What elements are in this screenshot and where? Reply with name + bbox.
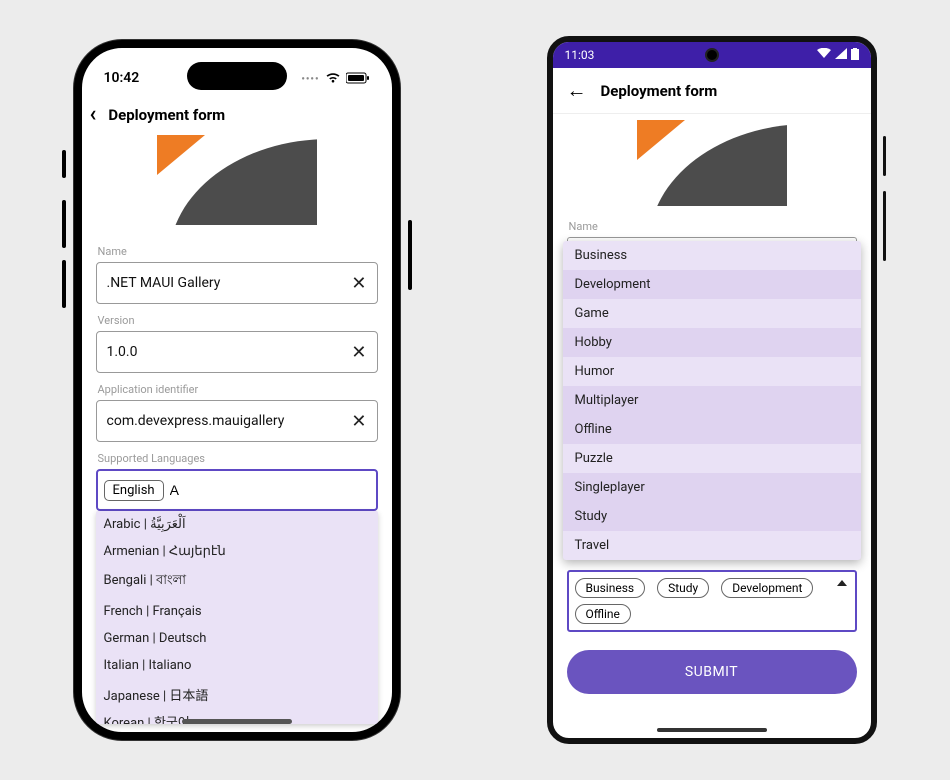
category-option[interactable]: Development — [563, 270, 861, 299]
battery-icon — [346, 72, 370, 84]
ios-time: 10:42 — [104, 70, 140, 86]
lang-chip[interactable]: English — [104, 480, 164, 501]
submit-button[interactable]: SUBMIT — [567, 650, 857, 694]
name-value: .NET MAUI Gallery — [107, 275, 350, 291]
category-option[interactable]: Hobby — [563, 328, 861, 357]
category-dropdown[interactable]: BusinessDevelopmentGameHobbyHumorMultipl… — [563, 241, 861, 560]
iphone-frame: 10:42 ‹ Deployment form Name .NET MAUI G… — [74, 40, 400, 740]
category-option[interactable]: Singleplayer — [563, 473, 861, 502]
version-label: Version — [98, 314, 378, 327]
category-chip[interactable]: Development — [721, 578, 813, 598]
category-chip[interactable]: Offline — [575, 604, 631, 624]
category-option[interactable]: Offline — [563, 415, 861, 444]
wifi-icon — [817, 48, 831, 62]
category-option[interactable]: Multiplayer — [563, 386, 861, 415]
category-option[interactable]: Humor — [563, 357, 861, 386]
android-frame: 11:03 ← Deployment form Name — [547, 36, 877, 744]
android-nav-header: ← Deployment form — [553, 68, 871, 114]
langs-input[interactable]: English — [96, 469, 378, 511]
signal-icon — [835, 48, 847, 62]
lang-option[interactable]: Italian | Italiano — [96, 652, 378, 679]
lang-option[interactable]: German | Deutsch — [96, 625, 378, 652]
back-chevron-icon[interactable]: ‹ — [88, 102, 99, 127]
category-option[interactable]: Game — [563, 299, 861, 328]
category-option[interactable]: Puzzle — [563, 444, 861, 473]
appid-value: com.devexpress.mauigallery — [107, 413, 350, 429]
android-time: 11:03 — [565, 48, 595, 62]
name-input[interactable]: .NET MAUI Gallery ✕ — [96, 262, 378, 304]
lang-option[interactable]: Japanese | 日本語 — [96, 679, 378, 710]
android-camera — [705, 48, 719, 62]
app-hero-image — [637, 120, 787, 206]
selected-categories-input[interactable]: Business Study Development Offline — [567, 570, 857, 632]
cellular-dots-icon — [301, 70, 319, 86]
page-title: Deployment form — [108, 106, 225, 124]
home-indicator — [657, 728, 767, 732]
ios-nav-header: ‹ Deployment form — [82, 94, 392, 135]
category-chip[interactable]: Business — [575, 578, 646, 598]
battery-icon — [851, 48, 859, 63]
category-option[interactable]: Study — [563, 502, 861, 531]
collapse-caret-icon[interactable] — [837, 580, 847, 586]
lang-option[interactable]: Armenian | Հայերէն — [96, 538, 378, 565]
back-arrow-icon[interactable]: ← — [567, 78, 587, 103]
app-hero-image — [157, 135, 317, 225]
page-title: Deployment form — [601, 82, 718, 100]
version-input[interactable]: 1.0.0 ✕ — [96, 331, 378, 373]
clear-icon[interactable]: ✕ — [349, 273, 368, 294]
langs-dropdown[interactable]: Arabic | اَلْعَرَبِيَّةُArmenian | Հայեր… — [96, 511, 378, 724]
lang-option[interactable]: French | Français — [96, 598, 378, 625]
category-option[interactable]: Travel — [563, 531, 861, 560]
langs-label: Supported Languages — [98, 452, 378, 465]
langs-typeahead[interactable] — [170, 482, 190, 498]
lang-option[interactable]: Arabic | اَلْعَرَبِيَّةُ — [96, 511, 378, 538]
category-option[interactable]: Business — [563, 241, 861, 270]
appid-label: Application identifier — [98, 383, 378, 396]
appid-input[interactable]: com.devexpress.mauigallery ✕ — [96, 400, 378, 442]
clear-icon[interactable]: ✕ — [349, 411, 368, 432]
wifi-icon — [325, 72, 341, 84]
clear-icon[interactable]: ✕ — [349, 342, 368, 363]
lang-option[interactable]: Bengali | বাংলা — [96, 565, 378, 598]
iphone-notch — [187, 62, 287, 90]
home-indicator — [182, 719, 292, 724]
category-chip[interactable]: Study — [657, 578, 709, 598]
version-value: 1.0.0 — [107, 344, 350, 360]
name-label: Name — [569, 220, 857, 233]
name-label: Name — [98, 245, 378, 258]
